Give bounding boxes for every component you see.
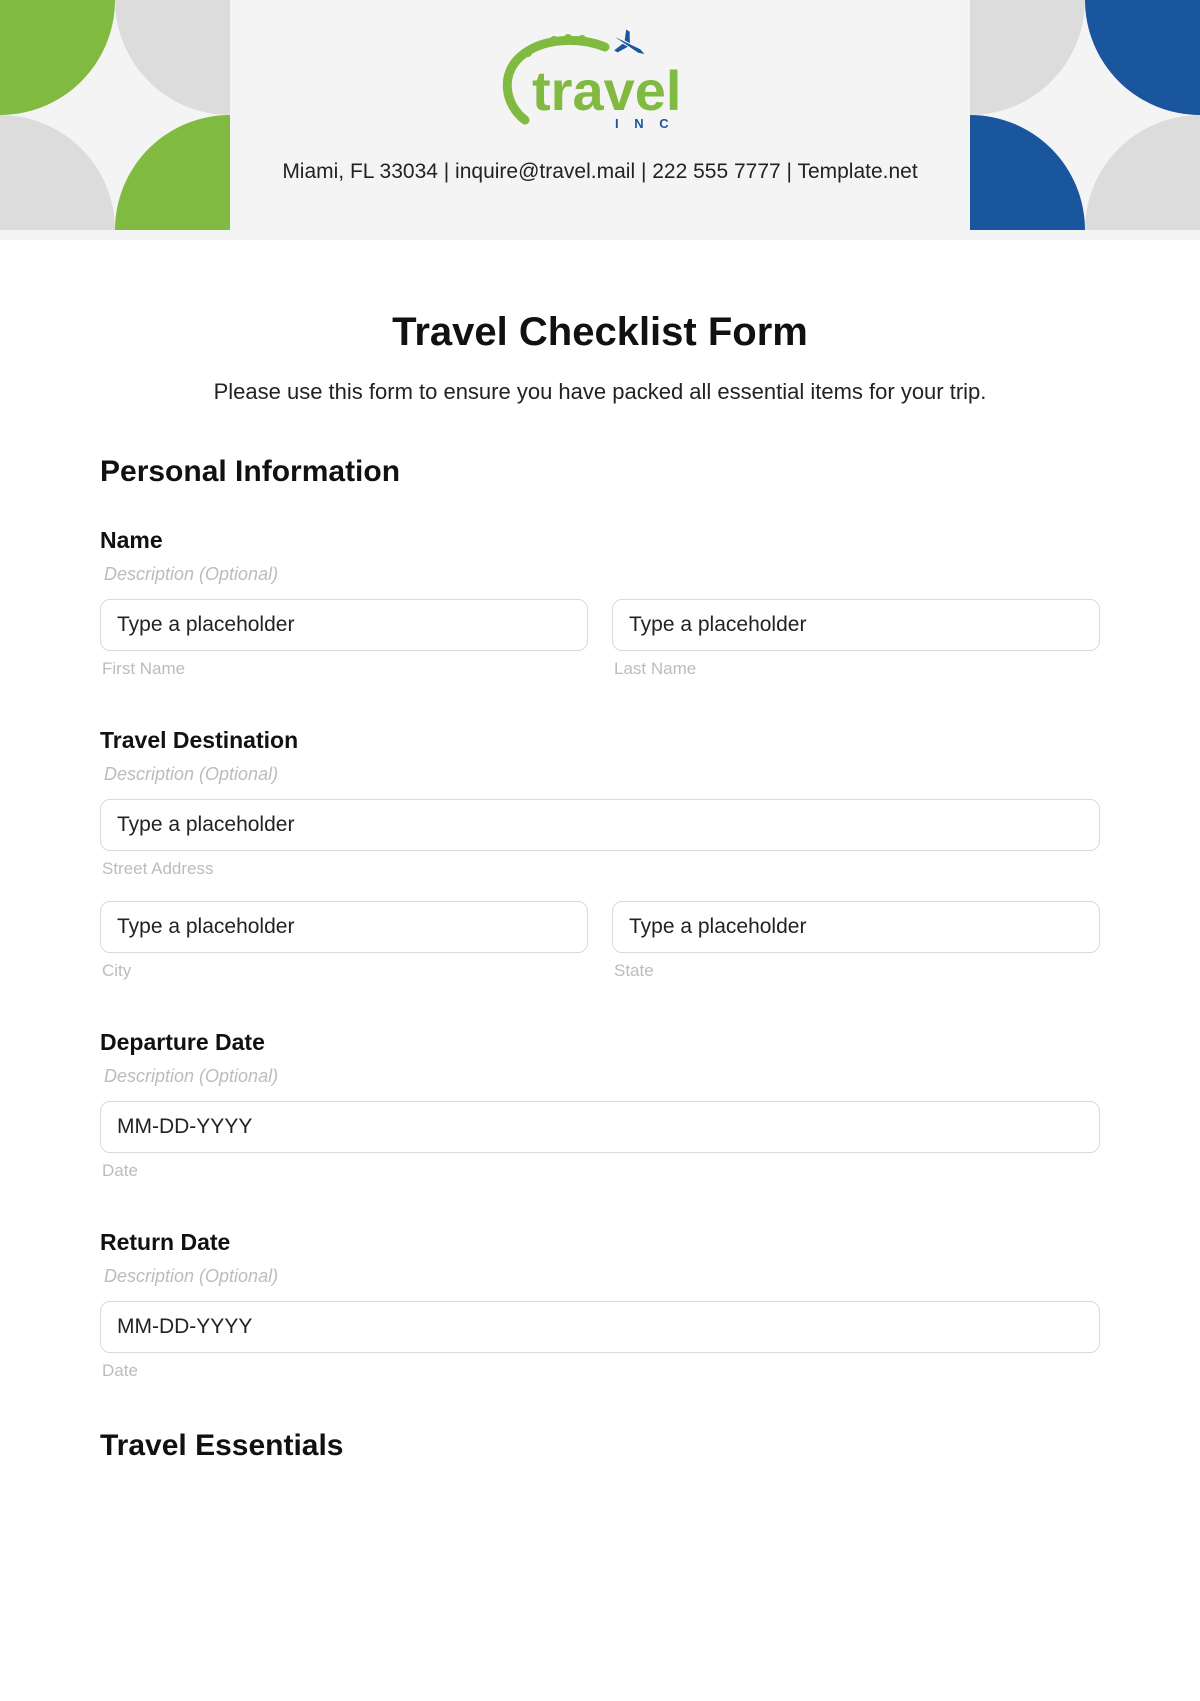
destination-group: Travel Destination Description (Optional… xyxy=(100,727,1100,981)
name-group: Name Description (Optional) First Name L… xyxy=(100,527,1100,679)
header-deco-left xyxy=(0,0,230,230)
section-personal-heading: Personal Information xyxy=(100,455,1100,489)
page-title: Travel Checklist Form xyxy=(100,310,1100,355)
first-name-input[interactable] xyxy=(100,599,588,651)
header-deco-right xyxy=(970,0,1200,230)
destination-desc: Description (Optional) xyxy=(100,764,1100,785)
return-sublabel: Date xyxy=(100,1361,1100,1381)
depart-input[interactable] xyxy=(100,1101,1100,1153)
first-name-sublabel: First Name xyxy=(100,659,588,679)
depart-group: Departure Date Description (Optional) Da… xyxy=(100,1029,1100,1181)
return-label: Return Date xyxy=(100,1229,1100,1256)
street-sublabel: Street Address xyxy=(100,859,1100,879)
state-input[interactable] xyxy=(612,901,1100,953)
header-banner: travel I N C Miami, FL 33034 | inquire@t… xyxy=(0,0,1200,240)
street-input[interactable] xyxy=(100,799,1100,851)
city-sublabel: City xyxy=(100,961,588,981)
last-name-sublabel: Last Name xyxy=(612,659,1100,679)
depart-desc: Description (Optional) xyxy=(100,1066,1100,1087)
section-essentials-heading: Travel Essentials xyxy=(100,1429,1100,1463)
name-label: Name xyxy=(100,527,1100,554)
brand-logo: travel I N C xyxy=(470,25,730,150)
depart-label: Departure Date xyxy=(100,1029,1100,1056)
intro-text: Please use this form to ensure you have … xyxy=(100,379,1100,405)
destination-label: Travel Destination xyxy=(100,727,1100,754)
return-group: Return Date Description (Optional) Date xyxy=(100,1229,1100,1381)
brand-sub-text: I N C xyxy=(615,116,675,131)
name-desc: Description (Optional) xyxy=(100,564,1100,585)
last-name-input[interactable] xyxy=(612,599,1100,651)
return-desc: Description (Optional) xyxy=(100,1266,1100,1287)
brand-text: travel xyxy=(532,59,681,122)
return-input[interactable] xyxy=(100,1301,1100,1353)
state-sublabel: State xyxy=(612,961,1100,981)
depart-sublabel: Date xyxy=(100,1161,1100,1181)
city-input[interactable] xyxy=(100,901,588,953)
